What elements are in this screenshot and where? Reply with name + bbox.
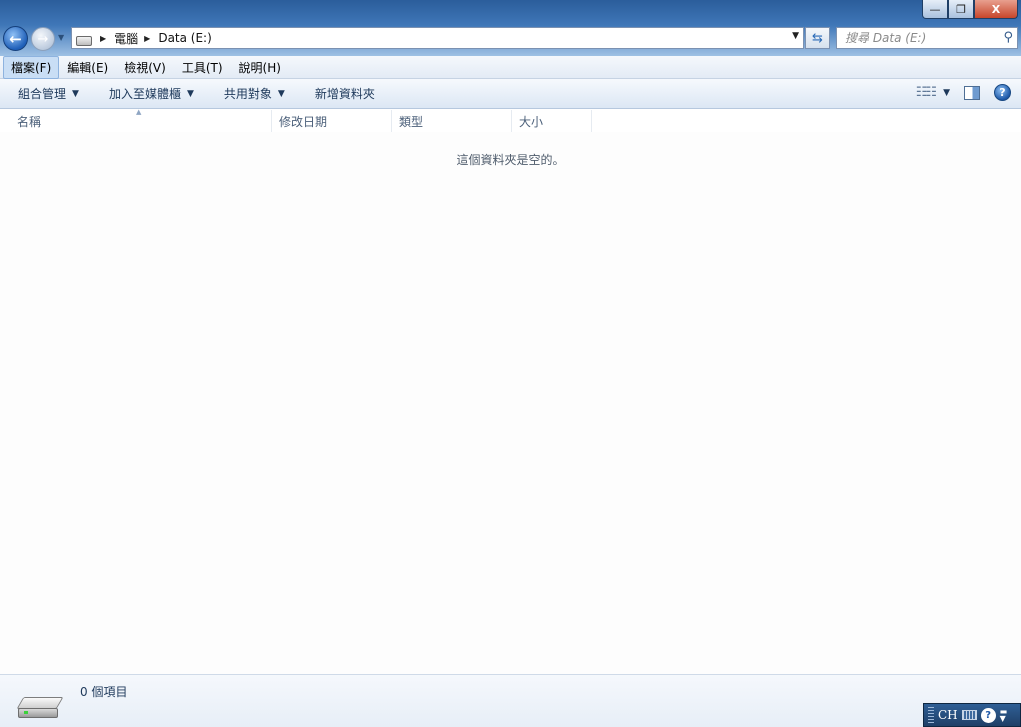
file-list-area[interactable]: 這個資料夾是空的。 bbox=[0, 132, 1021, 674]
chevron-right-icon[interactable]: ▶ bbox=[100, 34, 106, 43]
search-box[interactable]: ⚲ bbox=[836, 27, 1018, 49]
window-controls: — ❐ X bbox=[922, 0, 1018, 19]
preview-pane-icon[interactable] bbox=[964, 85, 980, 100]
close-button[interactable]: X bbox=[974, 0, 1018, 19]
column-header-name[interactable]: ▲ 名稱 bbox=[0, 108, 272, 132]
organize-label: 組合管理 bbox=[18, 87, 67, 101]
caret-down-icon: ▼ bbox=[72, 88, 79, 99]
chevron-right-icon[interactable]: ▶ bbox=[144, 34, 150, 43]
refresh-button[interactable]: ⇆ bbox=[805, 27, 830, 49]
sort-ascending-icon: ▲ bbox=[136, 108, 142, 116]
breadcrumb-data-drive[interactable]: Data (E:) bbox=[158, 31, 211, 45]
minimize-button[interactable]: — bbox=[922, 0, 948, 19]
hard-drive-icon bbox=[16, 697, 64, 721]
share-with-button[interactable]: 共用對象 ▼ bbox=[216, 85, 293, 102]
help-icon[interactable]: ? bbox=[994, 84, 1011, 101]
column-header-type[interactable]: 類型 bbox=[392, 110, 512, 132]
search-input[interactable] bbox=[845, 31, 995, 45]
address-dropdown-icon[interactable]: ▼ bbox=[792, 31, 799, 41]
new-folder-label: 新增資料夾 bbox=[314, 87, 375, 101]
column-header-date-label: 修改日期 bbox=[279, 114, 328, 129]
menu-bar: 檔案(F) 編輯(E) 檢視(V) 工具(T) 說明(H) bbox=[0, 55, 1021, 79]
column-headers: ▲ 名稱 修改日期 類型 大小 bbox=[0, 108, 1021, 132]
drive-icon bbox=[76, 36, 92, 46]
keyboard-icon[interactable] bbox=[961, 710, 977, 720]
input-language-indicator[interactable]: CH bbox=[938, 708, 958, 722]
options-icon[interactable]: ▬ ▼ bbox=[1000, 708, 1008, 723]
back-button[interactable]: ← bbox=[3, 26, 28, 51]
details-view-icon[interactable]: ☷☷ bbox=[916, 85, 937, 100]
command-bar: 組合管理 ▼ 加入至媒體櫃 ▼ 共用對象 ▼ 新增資料夾 ☷☷ ▼ ? bbox=[0, 79, 1021, 109]
title-bar: — ❐ X ← → ▼ ▶ 電腦 ▶ Data (E:) ▼ ⇆ ⚲ bbox=[0, 0, 1021, 56]
address-bar[interactable]: ▶ 電腦 ▶ Data (E:) ▼ bbox=[71, 27, 804, 49]
refresh-icon: ⇆ bbox=[812, 30, 823, 46]
search-icon[interactable]: ⚲ bbox=[1003, 30, 1013, 45]
forward-button[interactable]: → bbox=[31, 27, 55, 51]
column-header-size-label: 大小 bbox=[519, 114, 544, 129]
drag-handle-icon[interactable] bbox=[928, 707, 934, 723]
include-in-library-label: 加入至媒體櫃 bbox=[108, 87, 181, 101]
menu-file[interactable]: 檔案(F) bbox=[3, 55, 60, 79]
breadcrumb-computer[interactable]: 電腦 bbox=[114, 30, 138, 47]
column-header-size[interactable]: 大小 bbox=[512, 110, 592, 132]
language-bar: CH ? ▬ ▼ bbox=[923, 703, 1021, 727]
help-icon[interactable]: ? bbox=[980, 707, 996, 723]
caret-down-icon: ▼ bbox=[277, 88, 285, 99]
organize-button[interactable]: 組合管理 ▼ bbox=[10, 85, 87, 102]
column-header-date-modified[interactable]: 修改日期 bbox=[272, 110, 392, 132]
menu-edit[interactable]: 編輯(E) bbox=[59, 56, 116, 79]
empty-folder-message: 這個資料夾是空的。 bbox=[456, 153, 565, 167]
view-options-dropdown-icon[interactable]: ▼ bbox=[943, 88, 950, 98]
menu-help[interactable]: 說明(H) bbox=[231, 56, 289, 79]
menu-tools[interactable]: 工具(T) bbox=[174, 56, 231, 79]
view-controls: ☷☷ ▼ ? bbox=[916, 84, 1011, 101]
caret-down-icon: ▼ bbox=[186, 88, 194, 99]
item-count: 0 個項目 bbox=[80, 685, 128, 699]
share-with-label: 共用對象 bbox=[223, 87, 272, 101]
column-header-name-label: 名稱 bbox=[17, 114, 42, 129]
column-header-type-label: 類型 bbox=[399, 114, 424, 129]
maximize-button[interactable]: ❐ bbox=[948, 0, 974, 19]
details-pane: 0 個項目 bbox=[0, 674, 1021, 727]
recent-pages-dropdown-icon[interactable]: ▼ bbox=[58, 33, 64, 42]
include-in-library-button[interactable]: 加入至媒體櫃 ▼ bbox=[101, 85, 202, 102]
new-folder-button[interactable]: 新增資料夾 bbox=[307, 85, 383, 102]
menu-view[interactable]: 檢視(V) bbox=[116, 56, 174, 79]
